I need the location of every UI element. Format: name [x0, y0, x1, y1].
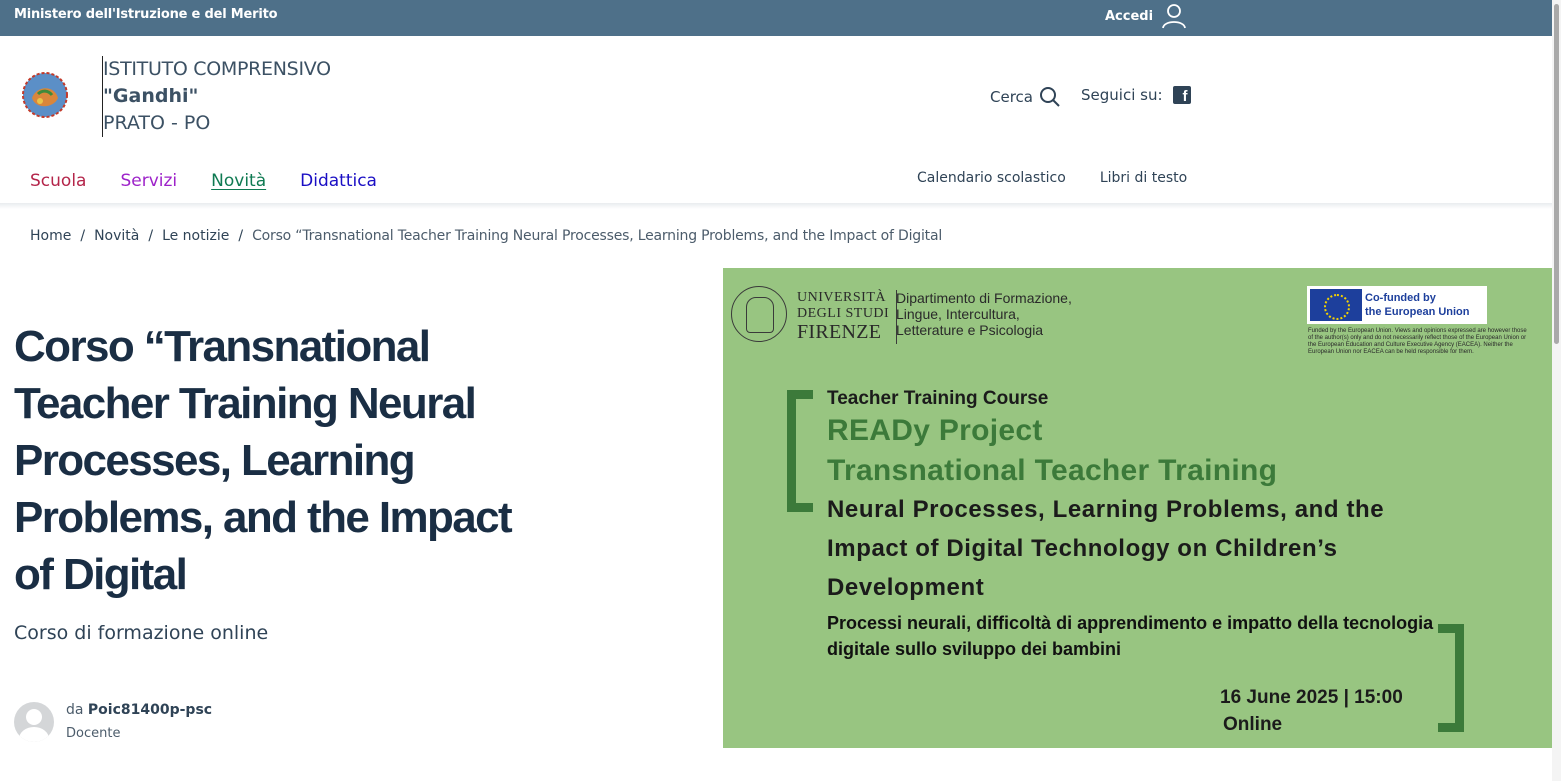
breadcrumb-home[interactable]: Home — [30, 228, 71, 244]
social-links: Seguici su: f — [1081, 86, 1191, 105]
breadcrumb-current: Corso “Transnational Teacher Training Ne… — [252, 228, 943, 244]
nav-item-novita[interactable]: Novità — [211, 171, 266, 191]
event-datetime: 16 June 2025 | 15:00 — [1220, 687, 1403, 708]
left-bracket-decoration — [787, 390, 813, 512]
course-poster-image: UNIVERSITÀ DEGLI STUDI FIRENZE Dipartime… — [723, 268, 1552, 748]
search-icon — [1039, 87, 1060, 107]
page-scrollbar[interactable] — [1552, 0, 1561, 781]
search-label: Cerca — [990, 88, 1033, 106]
university-seal-icon — [731, 286, 787, 342]
page-subtitle: Corso di formazione online — [14, 622, 269, 644]
ministry-link[interactable]: Ministero dell'Istruzione e del Merito — [14, 7, 278, 22]
breadcrumb-separator: / — [148, 228, 154, 244]
avatar — [14, 702, 54, 742]
breadcrumb-separator: / — [80, 228, 86, 244]
nav-item-servizi[interactable]: Servizi — [120, 171, 177, 191]
author-line: da Poic81400p-psc — [66, 702, 212, 718]
top-bar: Ministero dell'Istruzione e del Merito A… — [0, 0, 1561, 36]
social-label: Seguici su: — [1081, 86, 1163, 104]
login-label: Accedi — [1105, 8, 1154, 24]
school-name-line1: ISTITUTO COMPRENSIVO — [103, 58, 331, 80]
university-line1: UNIVERSITÀ — [797, 290, 886, 305]
eu-disclaimer: Funded by the European Union. Views and … — [1308, 328, 1527, 355]
breadcrumb-novita[interactable]: Novità — [94, 228, 139, 244]
scrollbar-thumb[interactable] — [1554, 4, 1559, 344]
event-date: 16 June 2025 | 15:00 Online — [1220, 684, 1403, 738]
university-line3: FIRENZE — [797, 321, 882, 343]
university-line2: DEGLI STUDI — [797, 306, 890, 321]
eu-flag-icon — [1310, 289, 1362, 321]
login-button[interactable]: Accedi — [1105, 3, 1187, 29]
project-line2: Transnational Teacher Training — [827, 454, 1278, 487]
search-button[interactable]: Cerca — [990, 86, 1061, 108]
author-info: da Poic81400p-psc Docente — [14, 702, 212, 742]
department-line: Dipartimento di Formazione, — [896, 290, 1072, 306]
user-icon — [1162, 4, 1186, 29]
breadcrumb-notizie[interactable]: Le notizie — [162, 228, 229, 244]
department-line: Lingue, Intercultura, — [896, 306, 1020, 322]
course-label: Teacher Training Course — [827, 388, 1049, 409]
eu-cofunded-badge: Co-funded by the European Union — [1307, 286, 1487, 324]
university-logo: UNIVERSITÀ DEGLI STUDI FIRENZE — [797, 290, 898, 344]
nav-item-didattica[interactable]: Didattica — [300, 171, 377, 191]
school-name-line2: "Gandhi" — [103, 85, 199, 107]
department-name: Dipartimento di Formazione, Lingue, Inte… — [896, 290, 1072, 338]
eu-badge-line: the European Union — [1365, 306, 1470, 318]
breadcrumb: Home / Novità / Le notizie / Corso “Tran… — [30, 228, 942, 244]
site-header: ISTITUTO COMPRENSIVO "Gandhi" PRATO - PO… — [0, 36, 1561, 204]
department-line: Letterature e Psicologia — [896, 322, 1044, 338]
breadcrumb-separator: / — [238, 228, 244, 244]
eu-badge-line: Co-funded by — [1365, 292, 1436, 304]
italian-title: Processi neurali, difficoltà di apprendi… — [827, 613, 1434, 659]
project-line1: READy Project — [827, 414, 1043, 447]
school-name[interactable]: ISTITUTO COMPRENSIVO "Gandhi" PRATO - PO — [102, 56, 331, 137]
event-mode: Online — [1223, 714, 1283, 735]
nav-item-calendario[interactable]: Calendario scolastico — [917, 170, 1066, 186]
header-divider — [0, 203, 1561, 209]
nav-item-libri[interactable]: Libri di testo — [1100, 170, 1187, 186]
author-name[interactable]: Poic81400p-psc — [88, 702, 212, 718]
page-title: Corso “Transnational Teacher Training Ne… — [14, 322, 513, 599]
main-nav: Scuola Servizi Novità Didattica — [30, 171, 377, 191]
author-role: Docente — [66, 726, 121, 741]
secondary-nav: Calendario scolastico Libri di testo — [917, 170, 1187, 186]
school-logo[interactable] — [14, 68, 76, 122]
project-title: READy Project Transnational Teacher Trai… — [827, 411, 1277, 491]
facebook-icon[interactable]: f — [1172, 86, 1191, 105]
school-name-line3: PRATO - PO — [103, 112, 211, 134]
english-title: Neural Processes, Learning Problems, and… — [827, 496, 1385, 601]
author-prefix: da — [66, 702, 84, 718]
nav-item-scuola[interactable]: Scuola — [30, 171, 86, 191]
